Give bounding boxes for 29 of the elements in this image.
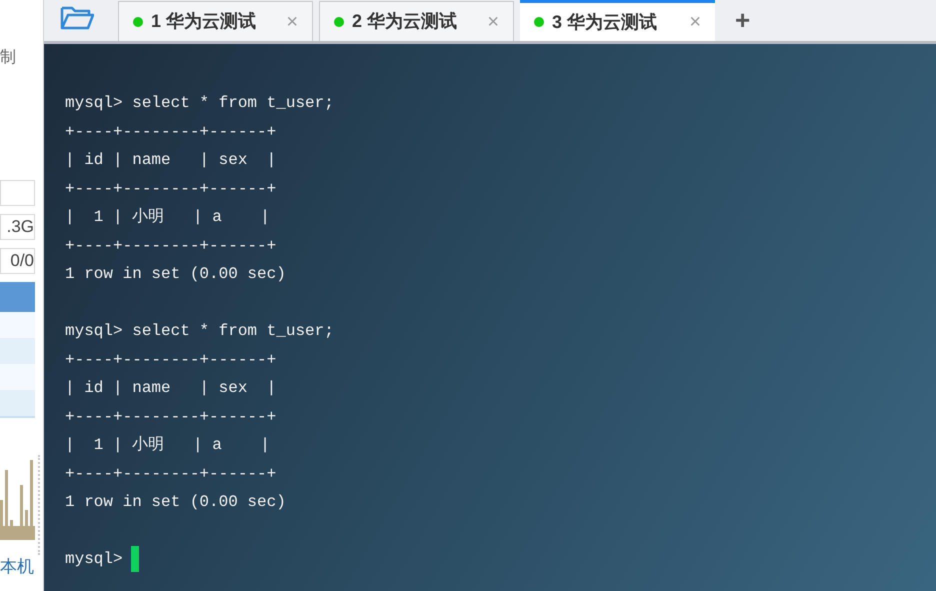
session-tab[interactable]: 3 华为云测试 × xyxy=(520,0,715,41)
terminal-line: +----+--------+------+ xyxy=(65,122,278,143)
session-tab[interactable]: 1 华为云测试 × xyxy=(118,1,313,41)
terminal-prompt: mysql> xyxy=(65,549,123,570)
terminal-line: | id | name | sex | xyxy=(65,378,278,400)
terminal-line: +----+--------+------+ xyxy=(65,178,278,200)
tab-title: 2 华为云测试 xyxy=(352,10,458,33)
copy-label: 制 xyxy=(0,48,16,68)
terminal-line: +----+--------+------+ xyxy=(65,464,278,485)
add-tab-icon[interactable]: + xyxy=(735,7,750,33)
terminal-line: +----+--------+------+ xyxy=(65,350,278,371)
terminal-line: mysql> select * from t_user; xyxy=(65,93,335,114)
tab-title: 1 华为云测试 xyxy=(151,10,256,33)
cursor-icon xyxy=(130,546,139,572)
terminal-line: +----+--------+------+ xyxy=(65,236,278,257)
folder-icon[interactable] xyxy=(60,5,94,31)
info-field: 0/0 xyxy=(0,248,35,274)
session-tab[interactable]: 2 华为云测试 × xyxy=(319,1,514,41)
terminal-line: | 1 | 小明 | a | xyxy=(65,434,271,456)
tab-title: 3 华为云测试 xyxy=(552,10,658,34)
terminal-line: mysql> select * from t_user; xyxy=(65,321,335,342)
terminal-line: +----+--------+------+ xyxy=(65,406,278,428)
info-field: .3G xyxy=(0,214,35,240)
local-link[interactable]: 本机 xyxy=(0,554,43,580)
terminal-line: | 1 | 小明 | a | xyxy=(65,206,271,228)
scrollbar-icon xyxy=(38,455,42,555)
terminal-line: | id | name | sex | xyxy=(65,150,278,172)
terminal-line: 1 row in set (0.00 sec) xyxy=(65,492,287,514)
terminal-line: 1 row in set (0.00 sec) xyxy=(65,264,287,286)
